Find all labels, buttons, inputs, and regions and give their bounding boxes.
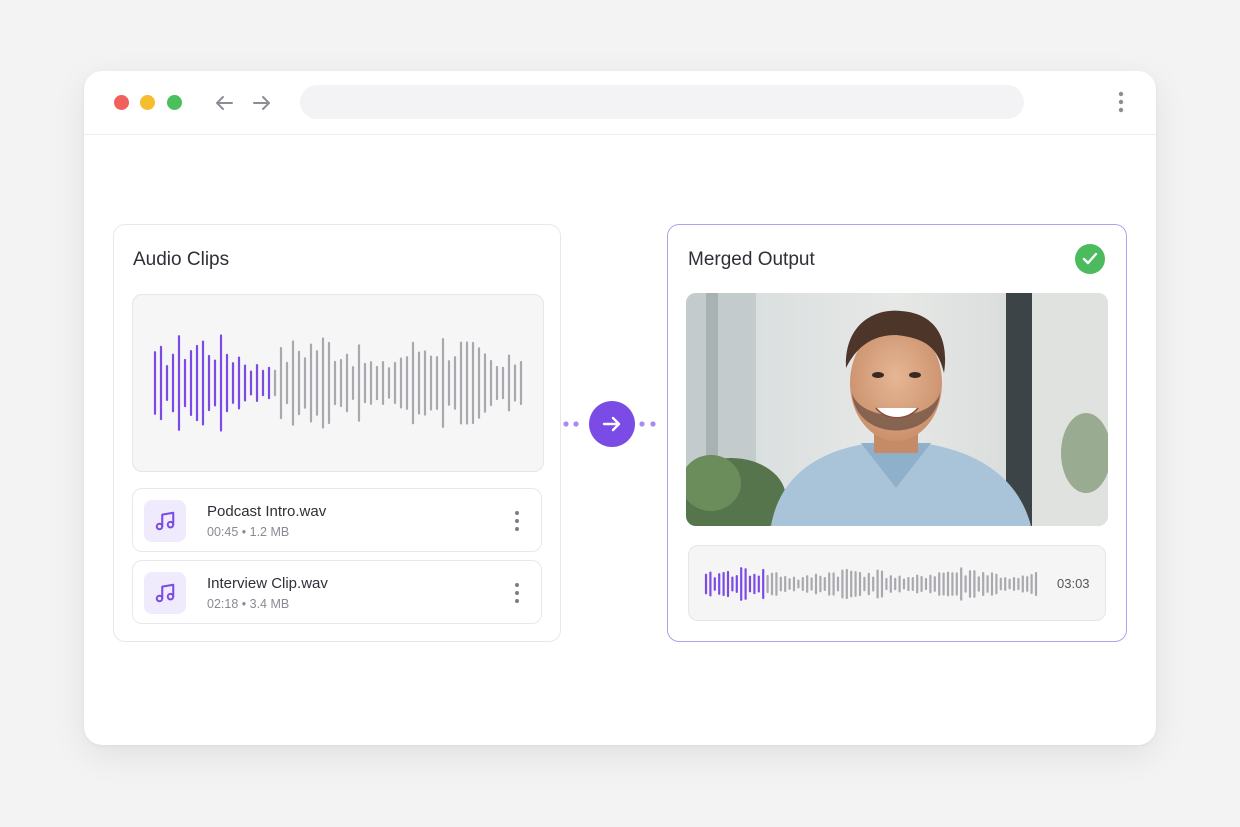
browser-menu-button[interactable]	[1114, 89, 1128, 115]
maximize-window-button[interactable]	[167, 95, 182, 110]
arrow-left-icon	[216, 96, 233, 110]
more-vertical-icon	[515, 583, 519, 603]
meta-separator: •	[241, 597, 250, 611]
waveform-icon	[153, 334, 523, 432]
merged-audio-player[interactable]: 03:03	[688, 545, 1106, 621]
clip-meta: 02:18 • 3.4 MB	[207, 597, 289, 611]
clip-size: 3.4 MB	[249, 597, 290, 611]
meta-separator: •	[241, 525, 250, 539]
address-bar[interactable]	[300, 85, 1024, 119]
clip-icon-box	[144, 500, 186, 542]
more-vertical-icon	[515, 511, 519, 531]
browser-toolbar	[84, 71, 1156, 135]
success-badge	[1075, 244, 1105, 274]
arrow-right-icon	[253, 96, 270, 110]
browser-window: Audio Clips Podcast Intro.wav 00:45 • 1.…	[84, 71, 1156, 745]
close-window-button[interactable]	[114, 95, 129, 110]
minimize-window-button[interactable]	[140, 95, 155, 110]
more-vertical-icon	[1118, 91, 1124, 113]
waveform-icon	[704, 567, 1038, 601]
audio-clips-title: Audio Clips	[133, 249, 230, 270]
clip-menu-button[interactable]	[511, 509, 523, 533]
audio-clips-panel: Audio Clips Podcast Intro.wav 00:45 • 1.…	[113, 224, 561, 642]
music-note-icon	[155, 511, 175, 531]
arrow-right-icon	[602, 416, 621, 432]
clip-duration: 00:45	[207, 525, 239, 539]
output-duration: 03:03	[1057, 576, 1090, 591]
back-button[interactable]	[212, 91, 236, 115]
clip-meta: 00:45 • 1.2 MB	[207, 525, 289, 539]
check-icon	[1082, 252, 1098, 265]
audio-waveform-preview	[132, 294, 544, 472]
clip-item-interview-clip[interactable]: Interview Clip.wav 02:18 • 3.4 MB	[132, 560, 542, 624]
clip-name: Interview Clip.wav	[207, 575, 328, 592]
smiling-man-photo	[686, 293, 1108, 526]
clip-size: 1.2 MB	[249, 525, 290, 539]
music-note-icon	[155, 583, 175, 603]
merged-output-panel: Merged Output 03:03	[667, 224, 1127, 642]
forward-button[interactable]	[250, 91, 274, 115]
merge-button[interactable]	[589, 401, 635, 447]
merged-output-title: Merged Output	[688, 249, 815, 270]
clip-menu-button[interactable]	[511, 581, 523, 605]
clip-duration: 02:18	[207, 597, 239, 611]
clip-name: Podcast Intro.wav	[207, 503, 327, 520]
output-video-frame[interactable]	[686, 293, 1108, 526]
clip-item-podcast-intro[interactable]: Podcast Intro.wav 00:45 • 1.2 MB	[132, 488, 542, 552]
clip-icon-box	[144, 572, 186, 614]
